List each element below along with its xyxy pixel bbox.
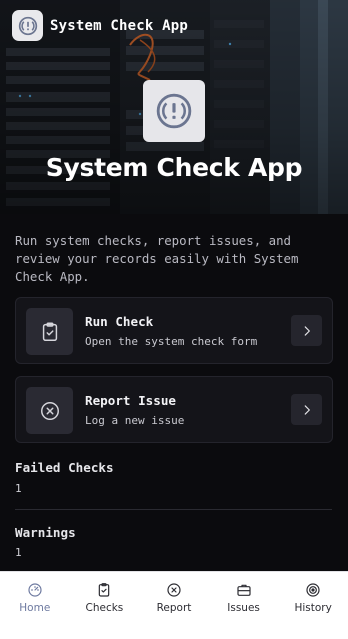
- alert-circle-icon: [143, 80, 205, 142]
- run-check-title: Run Check: [85, 314, 154, 329]
- run-check-subtitle: Open the system check form: [85, 335, 258, 348]
- nav-label-report: Report: [156, 602, 192, 614]
- divider: [15, 509, 332, 510]
- clipboard-check-icon: [26, 308, 73, 355]
- nav-item-report[interactable]: Report: [139, 572, 209, 639]
- nav-item-issues[interactable]: Issues: [209, 572, 279, 639]
- report-issue-card[interactable]: Report Issue Log a new issue: [15, 376, 333, 443]
- hero-title: System Check App: [45, 153, 303, 182]
- chevron-right-icon[interactable]: [291, 394, 322, 425]
- nav-item-history[interactable]: History: [278, 572, 348, 639]
- bottom-navigation: Home Checks Report Issues History: [0, 571, 348, 639]
- failed-checks-value: 1: [15, 482, 22, 495]
- briefcase-icon: [236, 584, 251, 596]
- report-issue-title: Report Issue: [85, 393, 176, 408]
- gauge-icon: [28, 583, 42, 597]
- nav-label-history: History: [294, 602, 332, 614]
- app-header: System Check App: [12, 10, 188, 41]
- failed-checks-label: Failed Checks: [15, 460, 114, 475]
- x-circle-icon: [167, 583, 181, 597]
- report-issue-subtitle: Log a new issue: [85, 414, 185, 427]
- run-check-card[interactable]: Run Check Open the system check form: [15, 297, 333, 364]
- chevron-right-icon[interactable]: [291, 315, 322, 346]
- nav-item-home[interactable]: Home: [0, 572, 70, 639]
- history-icon: [306, 583, 320, 597]
- alert-circle-icon: [12, 10, 43, 41]
- app-title: System Check App: [50, 17, 189, 34]
- nav-label-issues: Issues: [227, 602, 260, 614]
- clipboard-check-icon: [99, 583, 110, 597]
- intro-text: Run system checks, report issues, and re…: [15, 233, 299, 284]
- nav-item-checks[interactable]: Checks: [70, 572, 140, 639]
- x-circle-icon: [26, 387, 73, 434]
- nav-label-checks: Checks: [85, 602, 124, 614]
- nav-label-home: Home: [19, 602, 51, 614]
- warnings-label: Warnings: [15, 525, 76, 540]
- warnings-value: 1: [15, 546, 22, 559]
- hero-banner: System Check App System Check App: [0, 0, 348, 214]
